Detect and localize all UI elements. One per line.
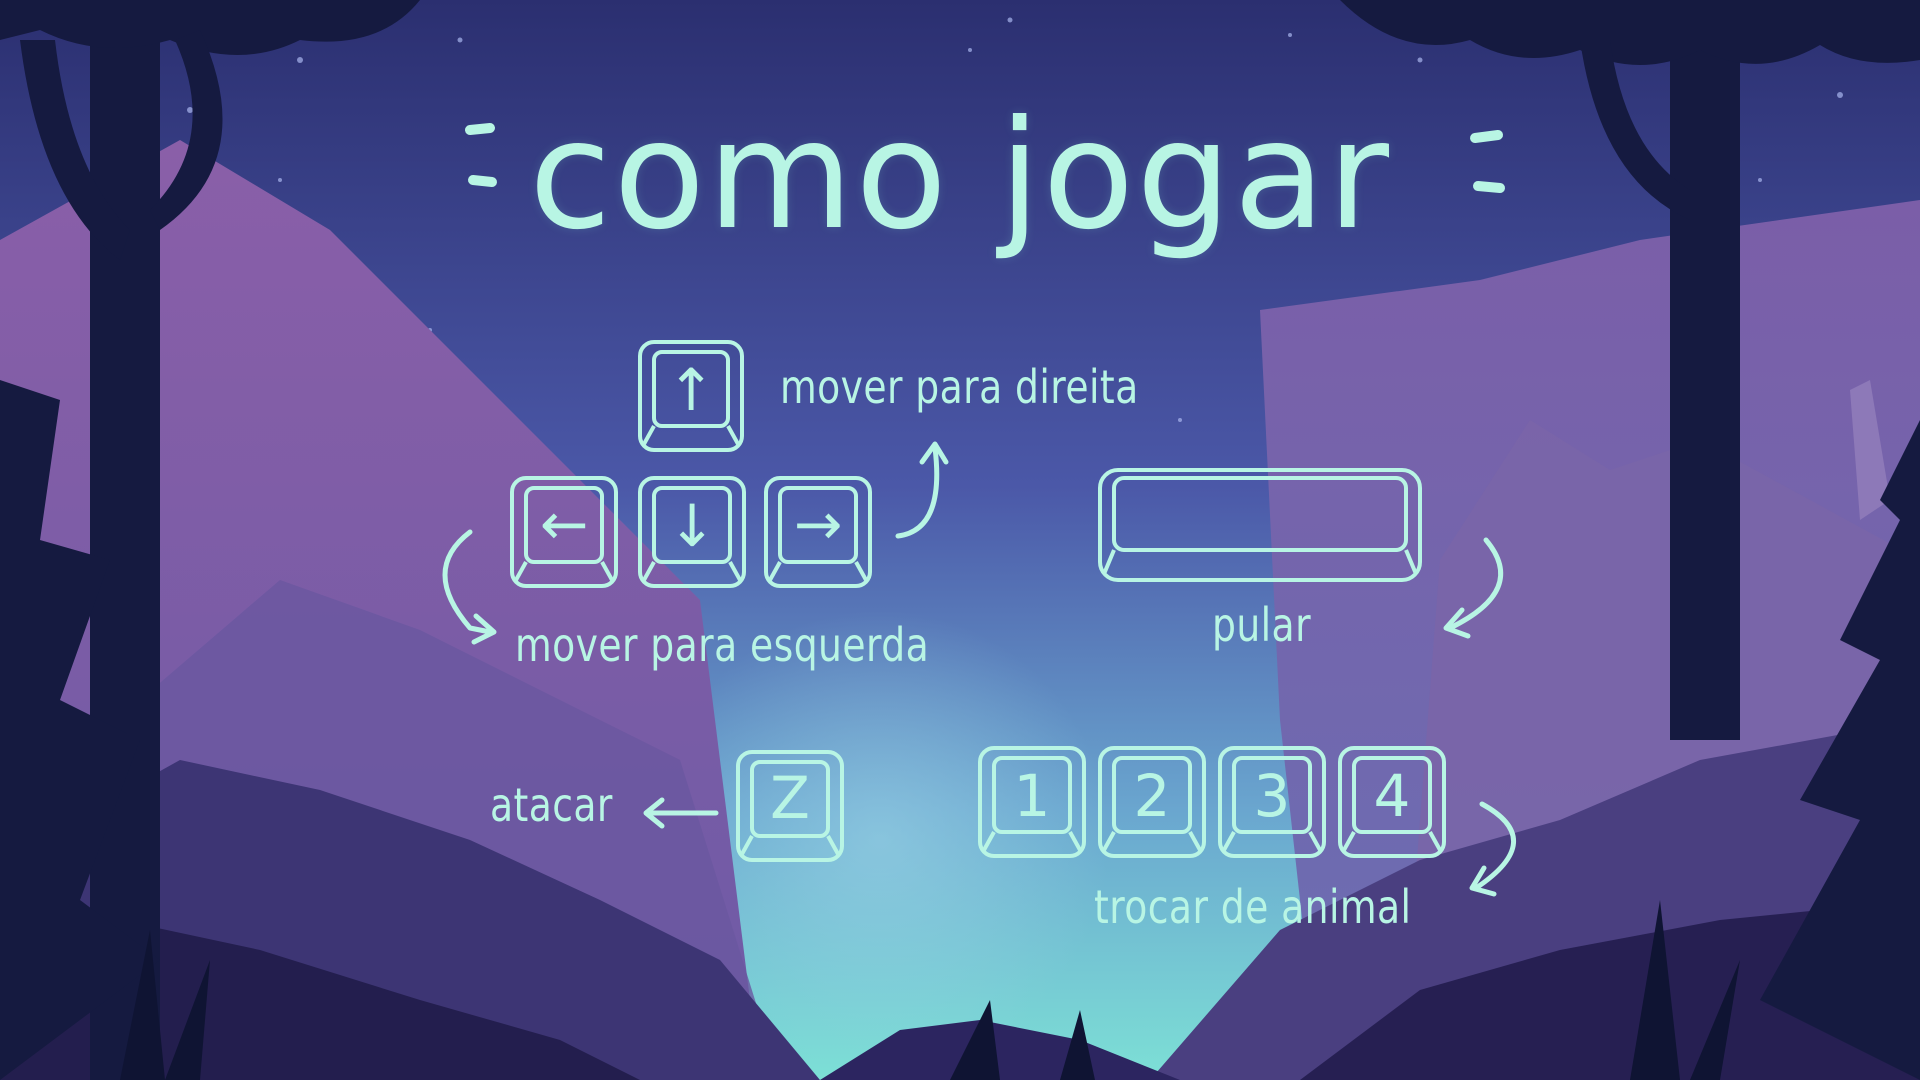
title-decoration-right [1470, 130, 1505, 193]
key-up-label: ↑ [667, 356, 716, 424]
arrow-jump-curve [1443, 537, 1504, 639]
arrow-animal-curve [1469, 801, 1516, 897]
label-jump: pular [1212, 598, 1312, 652]
label-switch-animal: trocar de animal [1094, 880, 1412, 934]
arrow-left-curve [442, 529, 497, 645]
label-move-right: mover para direita [780, 360, 1139, 414]
key-right-label: → [794, 490, 843, 558]
arrow-right-curve [895, 441, 949, 539]
overlay-graphics: ↑ ← ↓ → Z 1 2 3 4 [442, 123, 1516, 897]
key-z-label: Z [770, 764, 810, 832]
key-3-label: 3 [1254, 762, 1291, 830]
title-decoration-left [465, 123, 497, 187]
key-4-label: 4 [1374, 762, 1411, 830]
key-down-label: ↓ [668, 492, 717, 560]
arrow-attack [643, 797, 719, 829]
key-space [1098, 468, 1422, 582]
key-1-label: 1 [1014, 762, 1051, 830]
key-2-label: 2 [1134, 762, 1171, 830]
label-move-left: mover para esquerda [515, 618, 930, 672]
key-left-label: ← [540, 490, 589, 558]
label-attack: atacar [490, 778, 613, 832]
